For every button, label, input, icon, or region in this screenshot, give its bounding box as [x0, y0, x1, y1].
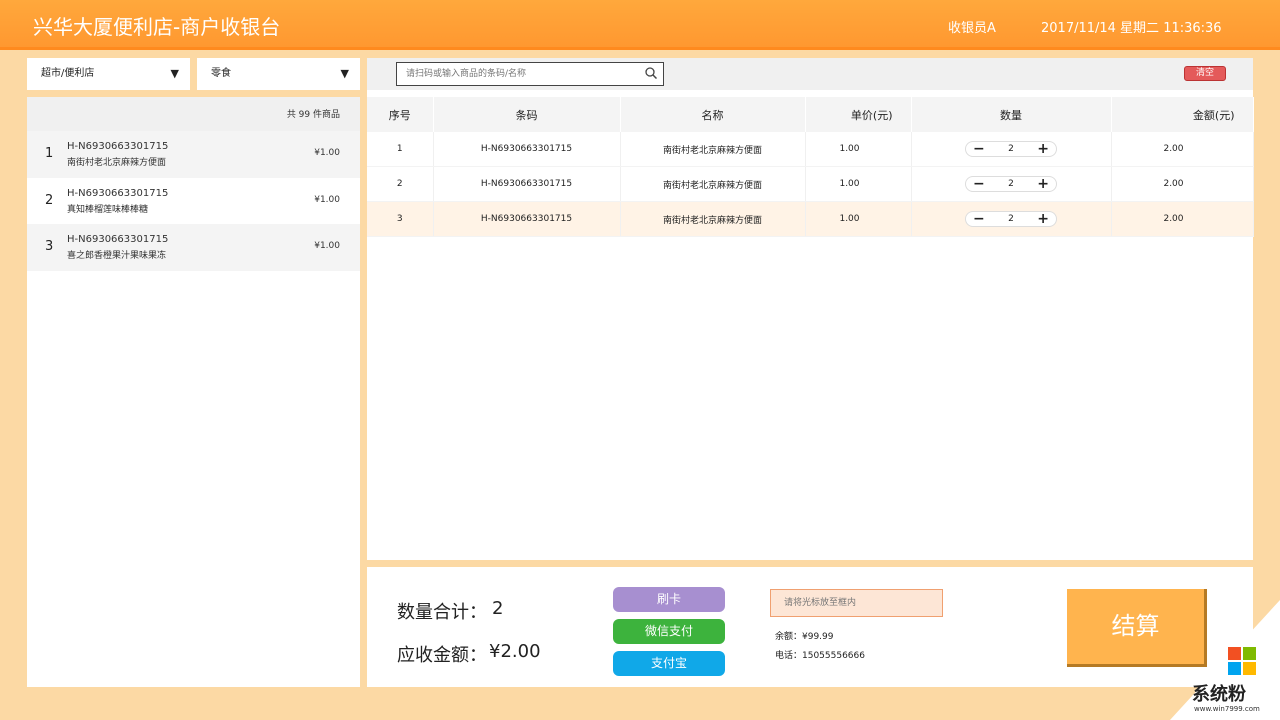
col-amount: 金额(元) — [1111, 97, 1254, 132]
total-amount-label: 应收金额： — [397, 645, 487, 666]
quantity-stepper: − 2 + — [965, 141, 1057, 157]
search-bar: 请扫码或输入商品的条码/名称 清空 — [367, 58, 1253, 90]
header-bar: 兴华大厦便利店-商户收银台 收银员A 2017/11/14 星期二 11:36:… — [0, 0, 1280, 50]
product-price: ¥1.00 — [314, 194, 340, 205]
product-name: 真知棒榴莲味棒棒糖 — [67, 204, 149, 215]
quantity-value[interactable]: 2 — [1008, 214, 1014, 224]
minus-icon[interactable]: − — [973, 212, 985, 226]
product-code: H-N6930663301715 — [67, 234, 169, 245]
category-select-2[interactable]: 零食 ▼ — [197, 58, 360, 90]
card-input-placeholder: 请将光标放至框内 — [784, 598, 857, 608]
watermark-url: www.win7999.com — [1194, 705, 1260, 713]
dropdown-arrow-icon: ▼ — [170, 67, 179, 80]
col-barcode: 条码 — [433, 97, 621, 132]
product-index: 2 — [45, 192, 54, 208]
product-list-panel: 共 99 件商品 1 H-N6930663301715 南街村老北京麻辣方便面 … — [27, 97, 360, 687]
product-price: ¥1.00 — [314, 148, 340, 158]
dropdown-arrow-icon: ▼ — [340, 67, 349, 80]
plus-icon[interactable]: + — [1037, 177, 1049, 191]
cart-barcode: H-N6930663301715 — [433, 166, 621, 202]
watermark-text: 系统粉 — [1192, 684, 1246, 705]
product-item[interactable]: 3 H-N6930663301715 喜之郎香橙果汁果味果冻 ¥1.00 — [27, 224, 360, 271]
product-list-header: 共 99 件商品 — [27, 97, 360, 131]
cart-unit-price: 1.00 — [805, 166, 912, 202]
windows-logo-icon — [1228, 647, 1256, 675]
quantity-value[interactable]: 2 — [1008, 144, 1014, 154]
clear-button[interactable]: 清空 — [1184, 66, 1226, 81]
cart-name: 南街村老北京麻辣方便面 — [620, 201, 806, 237]
card-pay-button[interactable]: 刷卡 — [613, 587, 725, 612]
cart-name: 南街村老北京麻辣方便面 — [620, 166, 806, 202]
category-select-1-value: 超市/便利店 — [41, 68, 95, 79]
cart-amount: 2.00 — [1111, 132, 1254, 167]
cart-seq: 1 — [367, 132, 434, 167]
product-code: H-N6930663301715 — [67, 187, 169, 199]
product-index: 1 — [45, 146, 54, 161]
phone-text: 电话：15055556666 — [775, 651, 865, 661]
category-select-2-value: 零食 — [211, 68, 231, 79]
product-name: 喜之郎香橙果汁果味果冻 — [67, 251, 167, 261]
plus-icon[interactable]: + — [1037, 212, 1049, 226]
total-qty-label: 数量合计： — [397, 602, 487, 623]
category-select-1[interactable]: 超市/便利店 ▼ — [27, 58, 190, 90]
cart-seq: 3 — [367, 201, 434, 237]
product-item[interactable]: 2 H-N6930663301715 真知棒榴莲味棒棒糖 ¥1.00 — [27, 178, 360, 225]
search-input[interactable]: 请扫码或输入商品的条码/名称 — [396, 62, 664, 86]
col-name: 名称 — [620, 97, 806, 132]
cart-barcode: H-N6930663301715 — [433, 201, 621, 237]
cart-amount: 2.00 — [1111, 166, 1254, 202]
total-qty-value: 2 — [492, 598, 504, 619]
alipay-button[interactable]: 支付宝 — [613, 651, 725, 676]
cart-row[interactable]: 3 H-N6930663301715 南街村老北京麻辣方便面 1.00 − 2 … — [367, 201, 1254, 237]
plus-icon[interactable]: + — [1037, 142, 1049, 156]
cart-row[interactable]: 2 H-N6930663301715 南街村老北京麻辣方便面 1.00 − 2 … — [367, 166, 1254, 202]
cart-qty-cell: − 2 + — [911, 201, 1112, 237]
cart-panel: 请扫码或输入商品的条码/名称 清空 序号 条码 名称 单价(元) 数量 金额(元… — [367, 58, 1254, 560]
total-amount-value: ¥2.00 — [489, 641, 541, 662]
cashier-name: 收银员A — [948, 21, 996, 36]
cart-name: 南街村老北京麻辣方便面 — [620, 132, 806, 167]
cart-unit-price: 1.00 — [805, 201, 912, 237]
cart-barcode: H-N6930663301715 — [433, 132, 621, 167]
cart-amount: 2.00 — [1111, 201, 1254, 237]
search-icon[interactable] — [645, 67, 657, 79]
cart-qty-cell: − 2 + — [911, 132, 1112, 167]
app-title: 兴华大厦便利店-商户收银台 — [33, 15, 281, 39]
product-item[interactable]: 1 H-N6930663301715 南街村老北京麻辣方便面 ¥1.00 — [27, 131, 360, 178]
wechat-pay-button[interactable]: 微信支付 — [613, 619, 725, 644]
minus-icon[interactable]: − — [973, 142, 985, 156]
col-unit-price: 单价(元) — [805, 97, 912, 132]
cart-row[interactable]: 1 H-N6930663301715 南街村老北京麻辣方便面 1.00 − 2 … — [367, 132, 1254, 167]
product-price: ¥1.00 — [314, 241, 340, 251]
quantity-value[interactable]: 2 — [1008, 179, 1014, 189]
product-name: 南街村老北京麻辣方便面 — [67, 158, 167, 168]
quantity-stepper: − 2 + — [965, 211, 1057, 227]
product-index: 3 — [45, 239, 54, 254]
balance-text: 余额：¥99.99 — [775, 632, 834, 642]
checkout-panel: 数量合计： 2 应收金额： ¥2.00 刷卡 微信支付 支付宝 请将光标放至框内… — [367, 567, 1253, 687]
quantity-stepper: − 2 + — [965, 176, 1057, 192]
product-count: 共 99 件商品 — [286, 110, 340, 120]
cart-header-row: 序号 条码 名称 单价(元) 数量 金额(元) — [367, 97, 1254, 132]
col-seq: 序号 — [367, 97, 434, 132]
search-placeholder: 请扫码或输入商品的条码/名称 — [406, 69, 527, 79]
cart-table: 序号 条码 名称 单价(元) 数量 金额(元) 1 H-N69306633017… — [367, 97, 1254, 237]
col-qty: 数量 — [911, 97, 1112, 132]
cart-qty-cell: − 2 + — [911, 166, 1112, 202]
cart-seq: 2 — [367, 166, 434, 202]
datetime: 2017/11/14 星期二 11:36:36 — [1041, 21, 1222, 36]
minus-icon[interactable]: − — [973, 177, 985, 191]
product-code: H-N6930663301715 — [67, 141, 169, 152]
cart-unit-price: 1.00 — [805, 132, 912, 167]
card-input[interactable]: 请将光标放至框内 — [770, 589, 943, 617]
